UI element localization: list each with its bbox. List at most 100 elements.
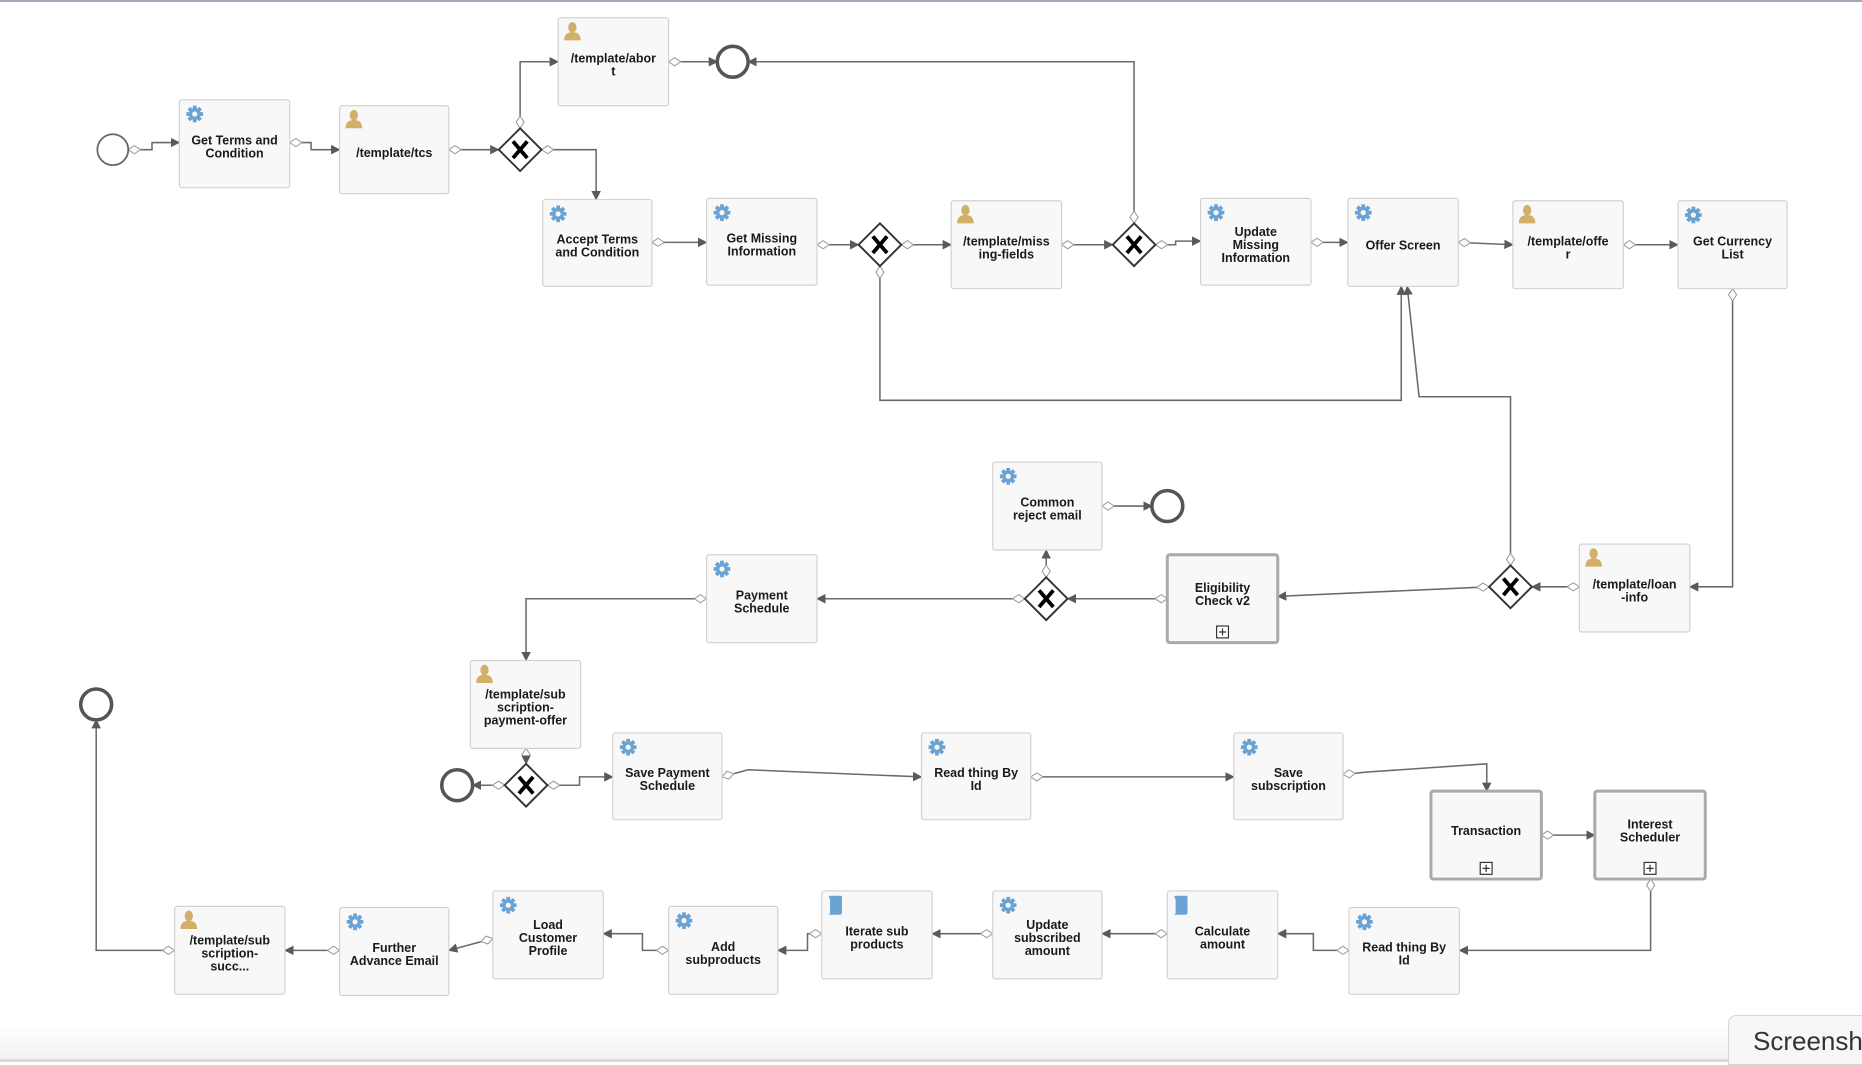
screenshot-button[interactable]: Screensh xyxy=(1728,1015,1862,1065)
task-label: /template/sub xyxy=(485,687,566,701)
task-label: Save xyxy=(1274,766,1303,780)
user-task[interactable]: /template/offer xyxy=(1512,200,1624,290)
process-diagram-canvas[interactable]: Get Terms andCondition/template/tcs/temp… xyxy=(0,0,1862,1062)
task-label: Advance Email xyxy=(350,954,439,968)
sequence-flow[interactable] xyxy=(447,935,494,953)
sequence-flow[interactable] xyxy=(1688,287,1738,592)
end-event[interactable] xyxy=(715,44,750,79)
service-task[interactable]: LoadCustomerProfile xyxy=(492,890,604,980)
task-label: Condition xyxy=(205,146,263,160)
sequence-flow[interactable] xyxy=(1458,878,1656,956)
gear-icon xyxy=(713,560,731,578)
sequence-flow[interactable] xyxy=(776,929,823,956)
gear-icon xyxy=(499,896,517,914)
service-task[interactable]: Read thing ById xyxy=(1348,906,1461,995)
sequence-flow[interactable] xyxy=(521,594,708,662)
sequence-flow[interactable] xyxy=(602,928,670,956)
sequence-flow[interactable] xyxy=(515,57,560,130)
service-task[interactable]: PaymentSchedule xyxy=(705,554,818,644)
subprocess-task[interactable]: Transaction xyxy=(1429,789,1543,881)
sequence-flow[interactable] xyxy=(721,768,923,782)
sequence-flow[interactable] xyxy=(1154,236,1202,250)
task-label: subscribed xyxy=(1014,931,1081,945)
end-event[interactable] xyxy=(439,767,475,803)
service-task[interactable]: Get CurrencyList xyxy=(1677,200,1788,290)
service-task[interactable]: Read thing ById xyxy=(920,732,1032,821)
task-label: Get Terms and xyxy=(191,133,277,147)
task-label: t xyxy=(611,64,615,78)
task-label: Offer Screen xyxy=(1366,238,1441,252)
service-task[interactable]: UpdateMissingInformation xyxy=(1199,197,1312,286)
user-task[interactable]: /template/tcs xyxy=(339,105,450,195)
task-label: Information xyxy=(727,244,796,258)
task-label: /template/sub xyxy=(190,933,271,947)
service-task[interactable]: Addsubproducts xyxy=(667,905,779,995)
sequence-flow[interactable] xyxy=(1342,763,1492,793)
expand-icon[interactable] xyxy=(1216,625,1230,639)
service-task[interactable]: Updatesubscribedamount xyxy=(992,890,1103,980)
user-task[interactable]: /template/subscription-payment-offer xyxy=(469,659,582,749)
gear-icon xyxy=(999,896,1017,914)
user-task[interactable]: /template/abort xyxy=(557,17,670,107)
expand-icon[interactable] xyxy=(1643,861,1657,875)
service-task[interactable]: Get Terms andCondition xyxy=(178,99,291,189)
sequence-flow[interactable] xyxy=(546,772,614,790)
service-task[interactable]: Save PaymentSchedule xyxy=(612,732,723,821)
service-task[interactable]: FurtherAdvance Email xyxy=(339,906,450,997)
task-label: succ... xyxy=(210,960,249,974)
gear-icon xyxy=(1207,204,1225,221)
gear-icon xyxy=(1685,206,1702,224)
sequence-flow[interactable] xyxy=(1276,582,1491,601)
exclusive-gateway[interactable] xyxy=(497,126,543,173)
task-label: Read thing By xyxy=(1362,941,1446,955)
service-task[interactable]: Offer Screen xyxy=(1347,197,1459,287)
task-label: Common xyxy=(1020,496,1074,510)
exclusive-gateway[interactable] xyxy=(503,762,549,808)
gear-icon xyxy=(619,738,637,756)
sequence-flow[interactable] xyxy=(1457,237,1514,250)
user-task[interactable]: /template/subscription-succ... xyxy=(173,905,286,995)
bottom-bar xyxy=(0,1030,1862,1062)
end-event[interactable] xyxy=(1150,488,1185,524)
service-task[interactable]: Accept Termsand Condition xyxy=(542,198,653,287)
task-label: products xyxy=(850,938,903,952)
task-label: reject email xyxy=(1013,509,1082,523)
service-task[interactable]: Get MissingInformation xyxy=(705,197,818,286)
task-label: Information xyxy=(1221,251,1290,265)
exclusive-gateway[interactable] xyxy=(1023,575,1069,622)
start-event[interactable] xyxy=(96,133,130,167)
expand-icon[interactable] xyxy=(1479,861,1493,875)
task-label: and Condition xyxy=(555,246,639,260)
task-label: List xyxy=(1721,247,1743,261)
task-label: Further xyxy=(372,941,416,955)
sequence-flow[interactable] xyxy=(1276,928,1350,956)
task-label: scription- xyxy=(201,946,258,960)
task-label: /template/abor xyxy=(571,51,656,65)
task-label: Update xyxy=(1026,918,1068,932)
task-label: Iterate sub xyxy=(845,924,908,938)
sequence-flow[interactable] xyxy=(540,144,601,201)
sequence-flow[interactable] xyxy=(1403,285,1516,567)
end-event[interactable] xyxy=(78,687,114,722)
sequence-flow[interactable] xyxy=(91,718,176,956)
user-task[interactable]: /template/loan-info xyxy=(1578,543,1691,633)
exclusive-gateway[interactable] xyxy=(1111,221,1157,268)
gear-icon xyxy=(1354,204,1372,221)
script-task[interactable]: Calculateamount xyxy=(1166,890,1279,980)
service-task[interactable]: Commonreject email xyxy=(992,461,1103,551)
task-label: /template/tcs xyxy=(356,146,432,160)
subprocess-task[interactable]: EligibilityCheck v2 xyxy=(1165,553,1280,645)
diagram-shapes: Get Terms andCondition/template/tcs/temp… xyxy=(78,17,1788,997)
script-task[interactable]: Iterate subproducts xyxy=(821,890,933,980)
service-task[interactable]: Savesubscription xyxy=(1233,732,1344,821)
subprocess-task[interactable]: InterestScheduler xyxy=(1593,789,1707,881)
task-label: Scheduler xyxy=(1620,831,1680,845)
task-label: Calculate xyxy=(1195,924,1250,938)
task-label: Get Missing xyxy=(726,231,797,245)
gear-icon xyxy=(186,105,204,123)
exclusive-gateway[interactable] xyxy=(1487,564,1534,610)
sequence-flow[interactable] xyxy=(288,137,341,155)
sequence-flow[interactable] xyxy=(127,137,181,155)
exclusive-gateway[interactable] xyxy=(857,221,903,268)
user-task[interactable]: /template/missing-fields xyxy=(950,200,1063,290)
